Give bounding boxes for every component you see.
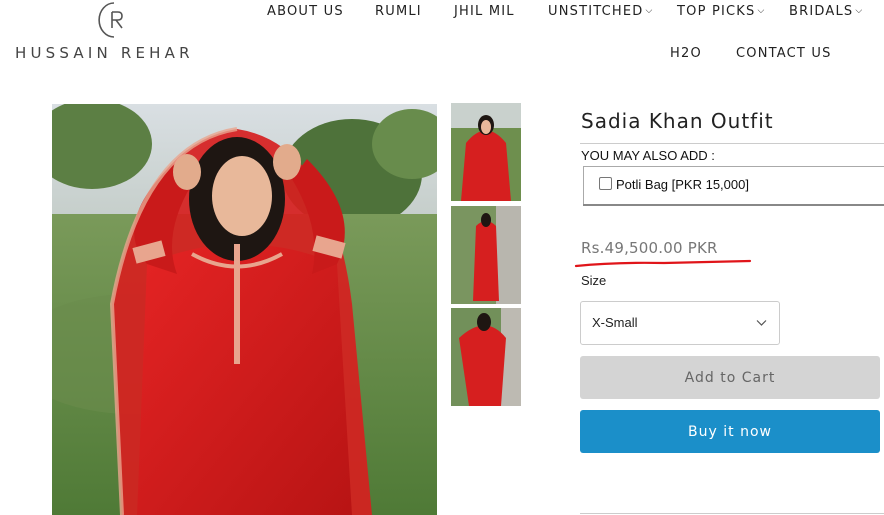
divider (580, 143, 884, 144)
brand-logo[interactable]: HUSSAIN REHAR (12, 0, 212, 70)
product-thumbnail[interactable] (451, 206, 521, 304)
nav-label: BRIDALS (789, 4, 854, 19)
nav-label: JHIL MIL (454, 4, 515, 19)
product-title: Sadia Khan Outfit (581, 109, 774, 133)
chevron-down-icon (756, 320, 767, 326)
size-select-value: X-Small (592, 315, 638, 330)
nav-label: TOP PICKS (677, 4, 756, 19)
addons-label: YOU MAY ALSO ADD : (581, 148, 715, 163)
product-thumbnail[interactable] (451, 103, 521, 201)
size-label: Size (581, 273, 607, 288)
nav-label: CONTACT US (736, 46, 832, 61)
product-price: Rs.49,500.00 PKR (581, 239, 718, 257)
nav-h2o[interactable]: H2O (670, 46, 702, 61)
nav-jhil-mil[interactable]: JHIL MIL (454, 4, 515, 19)
nav-contact-us[interactable]: CONTACT US (736, 46, 832, 61)
chevron-down-icon: ⌵ (757, 6, 766, 16)
nav-label: ABOUT US (267, 4, 344, 19)
thumbnail-photo (451, 206, 521, 304)
chevron-down-icon: ⌵ (855, 6, 864, 16)
nav-label: RUMLI (375, 4, 422, 19)
nav-unstitched[interactable]: UNSTITCHED ⌵ (548, 4, 654, 19)
product-photo (52, 104, 437, 515)
nav-top-picks[interactable]: TOP PICKS ⌵ (677, 4, 766, 19)
thumbnail-photo (451, 103, 521, 201)
buy-now-button[interactable]: Buy it now (580, 410, 880, 453)
annotation-underline (574, 259, 752, 268)
divider (580, 513, 884, 514)
addon-checkbox[interactable] (599, 177, 612, 190)
brand-name: HUSSAIN REHAR (15, 44, 194, 62)
nav-bridals[interactable]: BRIDALS ⌵ (789, 4, 863, 19)
nav-label: UNSTITCHED (548, 4, 644, 19)
hr-monogram-icon (98, 2, 123, 38)
nav-about-us[interactable]: ABOUT US (267, 4, 344, 19)
nav-label: H2O (670, 46, 702, 61)
add-to-cart-button[interactable]: Add to Cart (580, 356, 880, 399)
size-select[interactable]: X-Small (580, 301, 780, 345)
thumbnail-photo (451, 308, 521, 406)
product-main-image[interactable] (52, 104, 437, 515)
addon-option-label[interactable]: Potli Bag [PKR 15,000] (616, 177, 749, 192)
chevron-down-icon: ⌵ (645, 6, 654, 16)
nav-rumli[interactable]: RUMLI (375, 4, 422, 19)
product-thumbnail[interactable] (451, 308, 521, 406)
divider (583, 204, 884, 206)
